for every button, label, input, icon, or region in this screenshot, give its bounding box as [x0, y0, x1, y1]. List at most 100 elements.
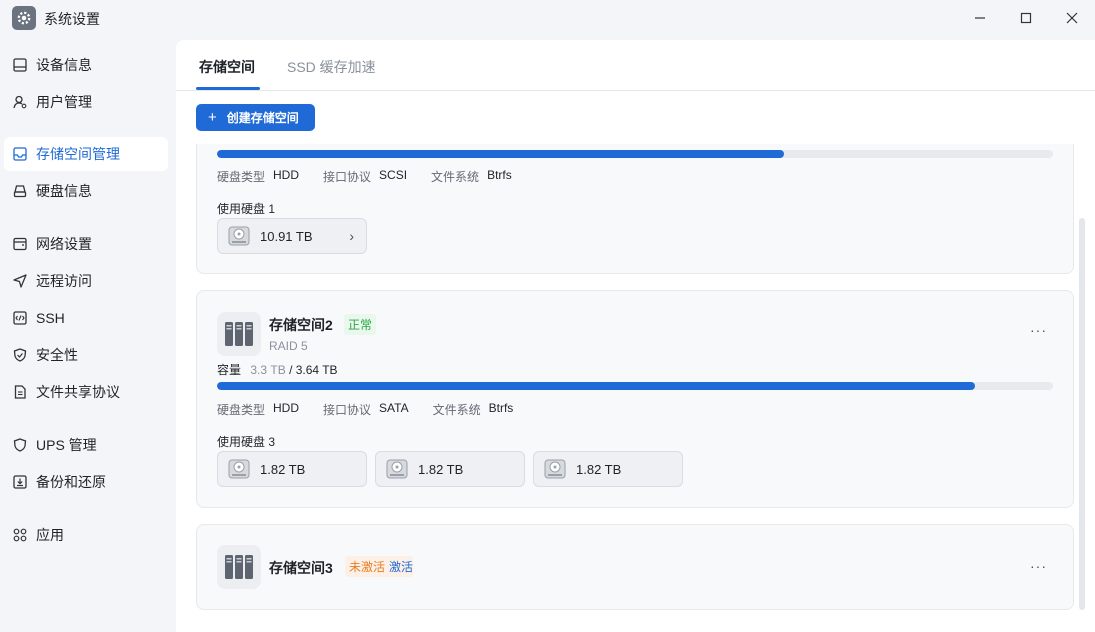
close-icon[interactable] — [1058, 5, 1086, 31]
sidebar-item-label: 远程访问 — [36, 273, 92, 289]
capacity-label: 容量 — [217, 363, 242, 377]
scrollbar[interactable] — [1079, 218, 1085, 610]
file-icon — [12, 384, 28, 400]
used-disks-label: 使用硬盘 3 — [217, 435, 276, 449]
sidebar-item-network[interactable]: 网络设置 — [4, 227, 168, 261]
storage-pool-card: 存储空间3 未激活 激活 ··· — [196, 524, 1074, 610]
raid-level: RAID 5 — [269, 339, 308, 353]
sidebar-item-label: 设备信息 — [36, 57, 92, 73]
sidebar-item-label: 安全性 — [36, 347, 78, 363]
maximize-icon[interactable] — [1012, 5, 1040, 31]
meta-value: HDD — [273, 168, 300, 182]
sidebar-item-label: UPS 管理 — [36, 437, 97, 453]
sidebar-item-label: 网络设置 — [36, 236, 92, 252]
window-title: 系统设置 — [44, 11, 100, 27]
capacity-progress-fill — [217, 382, 976, 390]
tab-ssd-cache[interactable]: SSD 缓存加速 — [287, 57, 376, 77]
activate-link[interactable]: 激活 — [385, 556, 417, 577]
code-icon — [12, 310, 28, 326]
meta-key: 硬盘类型 — [217, 403, 266, 417]
sidebar: 设备信息 用户管理 存储空间管理 硬盘信息 网络设置 远程访问 SSH 安全性 … — [0, 36, 176, 632]
disk-size: 1.82 TB — [576, 461, 622, 477]
pool-name: 存储空间2 — [269, 317, 333, 333]
send-icon — [12, 273, 28, 289]
disk-size: 10.91 TB — [260, 228, 313, 244]
meta-value: SCSI — [379, 168, 408, 182]
meta-key: 接口协议 — [323, 403, 372, 417]
meta-key: 文件系统 — [432, 403, 481, 417]
disk-chip[interactable]: 1.82 TB — [217, 451, 367, 487]
meta-value: Btrfs — [488, 401, 514, 415]
device-icon — [12, 57, 28, 73]
hdd-icon — [228, 459, 250, 479]
storage-list[interactable]: 硬盘类型 HDD 接口协议 SCSI 文件系统 Btrfs 使用硬盘 1 10.… — [176, 144, 1095, 632]
main-panel: 存储空间 SSD 缓存加速 + 创建存储空间 硬盘类型 HDD 接口协议 SCS… — [176, 40, 1095, 632]
meta-key: 接口协议 — [323, 170, 372, 184]
storage-pool-card: 硬盘类型 HDD 接口协议 SCSI 文件系统 Btrfs 使用硬盘 1 10.… — [196, 144, 1074, 274]
disk-chip[interactable]: 1.82 TB — [533, 451, 683, 487]
meta-value: SATA — [379, 401, 409, 415]
used-disks-label: 使用硬盘 1 — [217, 202, 276, 216]
active-tab-indicator — [196, 87, 260, 90]
minimize-icon[interactable] — [966, 5, 994, 31]
meta-key: 文件系统 — [431, 170, 480, 184]
title-bar: 系统设置 — [0, 0, 1095, 36]
pool-meta-row: 硬盘类型 HDD 接口协议 SCSI 文件系统 Btrfs — [217, 168, 536, 185]
disk-icon — [12, 183, 28, 199]
sidebar-item-label: 应用 — [36, 527, 64, 543]
shield-icon — [12, 347, 28, 363]
sidebar-item-file-sharing[interactable]: 文件共享协议 — [4, 375, 168, 409]
network-icon — [12, 236, 28, 252]
sidebar-item-apps[interactable]: 应用 — [4, 518, 168, 552]
server-rack-icon — [217, 545, 261, 589]
chevron-right-icon: › — [349, 228, 354, 244]
capacity-row: 容量 3.3 TB / 3.64 TB — [217, 361, 338, 378]
meta-key: 硬盘类型 — [217, 170, 266, 184]
disk-size: 1.82 TB — [418, 461, 464, 477]
tab-storage[interactable]: 存储空间 — [199, 57, 255, 77]
sidebar-item-label: 文件共享协议 — [36, 384, 120, 400]
hdd-icon — [228, 226, 250, 246]
sidebar-item-ssh[interactable]: SSH — [4, 301, 168, 335]
user-icon — [12, 94, 28, 110]
more-options-icon[interactable]: ··· — [1030, 322, 1047, 338]
capacity-total: / 3.64 TB — [289, 363, 338, 377]
apps-icon — [12, 527, 28, 543]
sidebar-item-storage[interactable]: 存储空间管理 — [4, 137, 168, 171]
capacity-progress-bar — [217, 150, 1053, 158]
hdd-icon — [544, 459, 566, 479]
more-options-icon[interactable]: ··· — [1030, 558, 1047, 574]
status-badge: 正常 — [344, 314, 377, 335]
sidebar-item-users[interactable]: 用户管理 — [4, 85, 168, 119]
sidebar-item-label: 备份和还原 — [36, 474, 106, 490]
capacity-used: 3.3 TB — [250, 363, 286, 377]
disk-chip[interactable]: 10.91 TB › — [217, 218, 367, 254]
sidebar-item-ups[interactable]: UPS 管理 — [4, 428, 168, 462]
sidebar-item-label: 硬盘信息 — [36, 183, 92, 199]
create-storage-label: 创建存储空间 — [226, 111, 299, 125]
storage-icon — [12, 146, 28, 162]
sidebar-item-remote-access[interactable]: 远程访问 — [4, 264, 168, 298]
plus-icon: + — [208, 109, 217, 126]
meta-value: Btrfs — [487, 168, 512, 182]
ups-shield-icon — [12, 437, 28, 453]
disk-size: 1.82 TB — [260, 461, 306, 477]
sidebar-item-label: 存储空间管理 — [36, 146, 120, 162]
sidebar-item-label: SSH — [36, 310, 65, 326]
capacity-progress-bar — [217, 382, 1053, 390]
tab-bar: 存储空间 SSD 缓存加速 — [176, 40, 1095, 91]
sidebar-item-label: 用户管理 — [36, 94, 92, 110]
storage-pool-card: 存储空间2 正常 RAID 5 ··· 容量 3.3 TB / 3.64 TB … — [196, 290, 1074, 508]
capacity-progress-fill — [217, 150, 784, 158]
gear-icon — [12, 6, 36, 30]
sidebar-item-security[interactable]: 安全性 — [4, 338, 168, 372]
disk-chip[interactable]: 1.82 TB — [375, 451, 525, 487]
server-rack-icon — [217, 312, 261, 356]
backup-icon — [12, 474, 28, 490]
create-storage-button[interactable]: + 创建存储空间 — [196, 104, 315, 131]
sidebar-item-disk-info[interactable]: 硬盘信息 — [4, 174, 168, 208]
sidebar-item-backup[interactable]: 备份和还原 — [4, 465, 168, 499]
pool-meta-row: 硬盘类型 HDD 接口协议 SATA 文件系统 Btrfs — [217, 401, 537, 418]
meta-value: HDD — [273, 401, 300, 415]
sidebar-item-device-info[interactable]: 设备信息 — [4, 48, 168, 82]
